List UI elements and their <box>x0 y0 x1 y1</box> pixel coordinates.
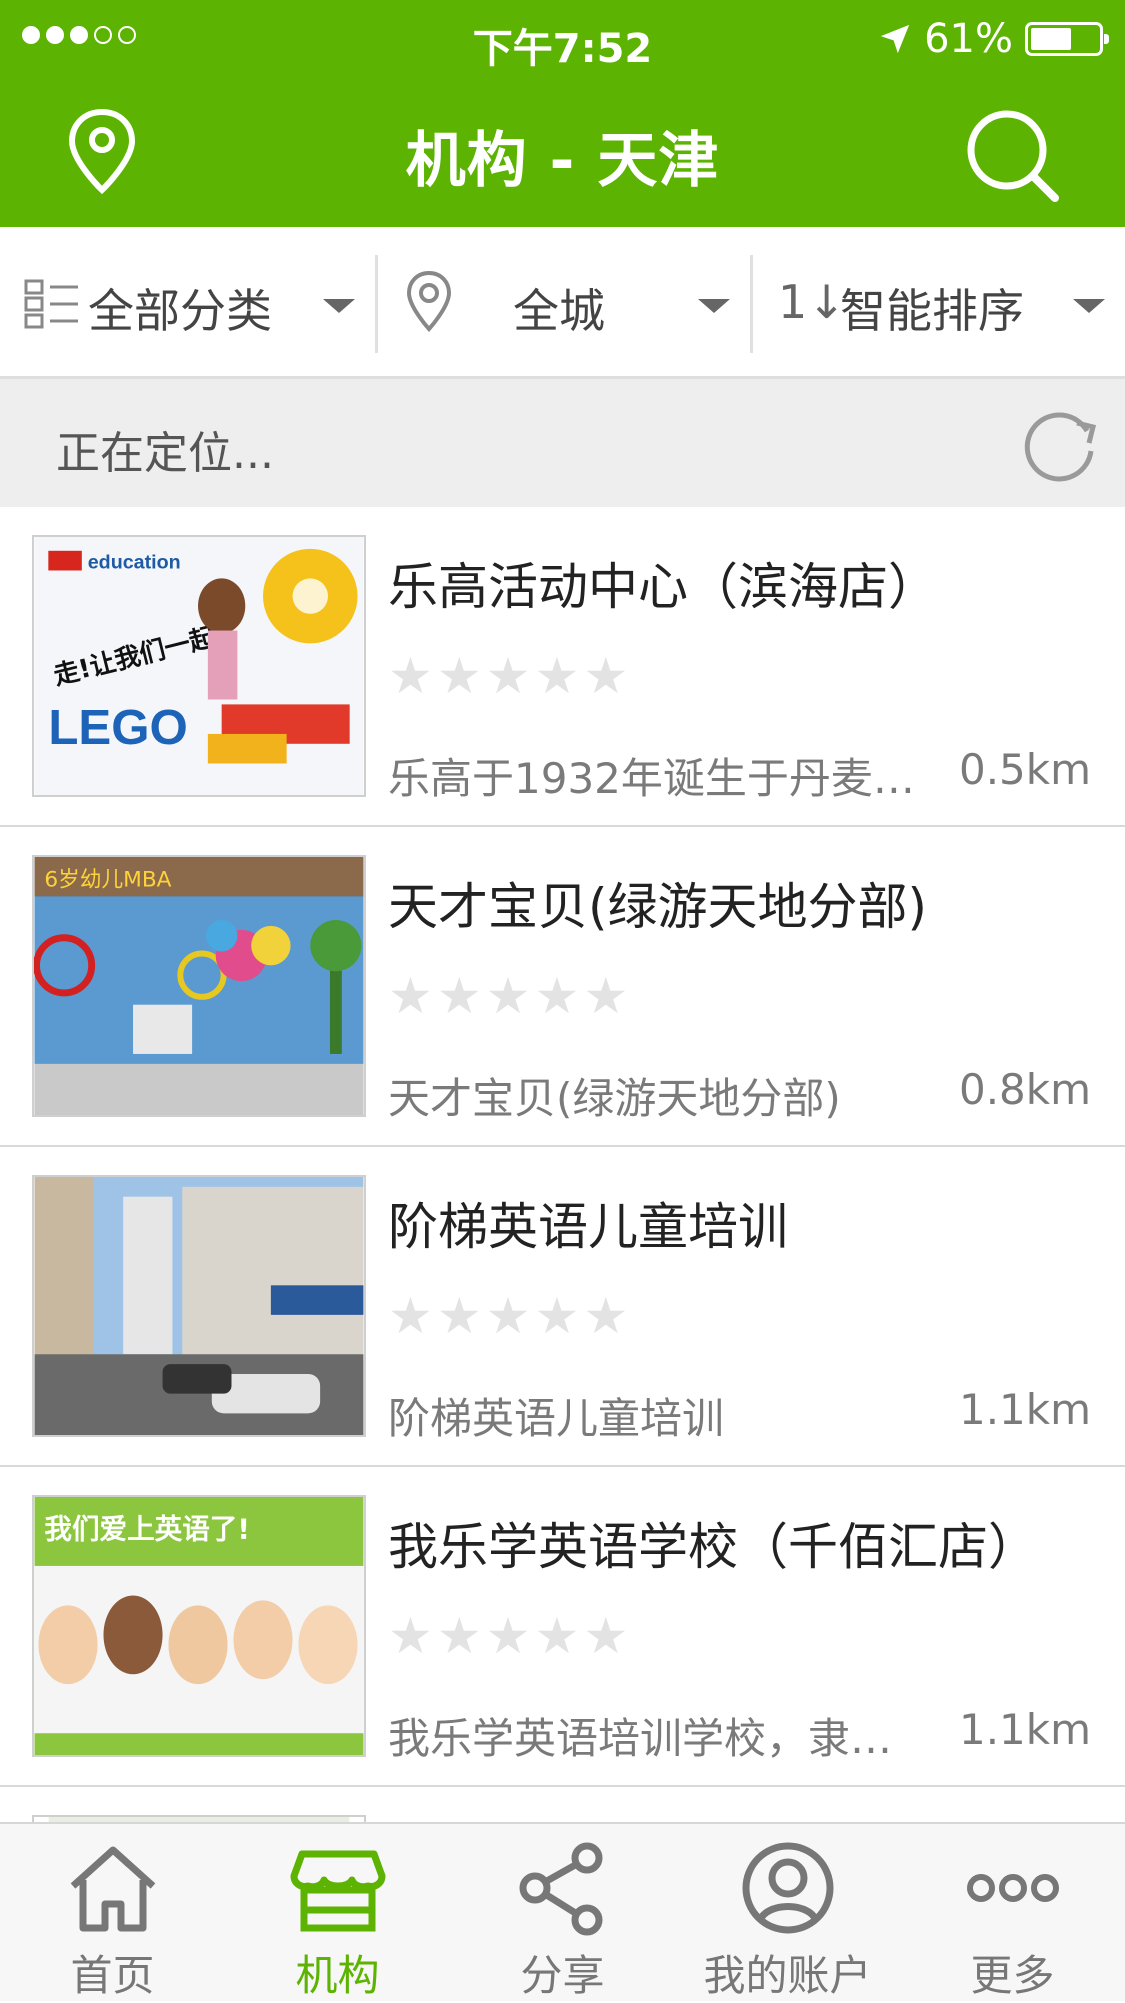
rating-stars: ★ ★ ★ ★ ★ <box>388 651 628 701</box>
star-icon: ★ <box>485 967 531 1025</box>
tab-home[interactable]: 首页 <box>0 1824 225 2001</box>
refresh-icon[interactable] <box>1017 401 1103 487</box>
star-icon: ★ <box>436 967 482 1025</box>
star-icon: ★ <box>485 1607 531 1665</box>
star-icon: ★ <box>388 647 433 705</box>
filter-category[interactable]: 全部分类 <box>0 227 375 376</box>
star-icon: ★ <box>534 967 580 1025</box>
star-icon: ★ <box>436 1607 482 1665</box>
star-icon: ★ <box>583 647 629 705</box>
sort-icon: 1↓ <box>778 275 846 329</box>
chevron-down-icon <box>698 299 730 313</box>
item-thumbnail: education 走!让我们一起 LEGO <box>32 535 366 797</box>
star-icon: ★ <box>388 1287 433 1345</box>
tab-more-label: 更多 <box>970 1951 1055 2000</box>
more-icon <box>966 1874 1059 1902</box>
star-icon: ★ <box>388 1607 433 1665</box>
chevron-down-icon <box>1073 299 1105 313</box>
filter-area[interactable]: 全城 <box>375 227 750 376</box>
star-icon: ★ <box>436 1287 482 1345</box>
status-right: 61% <box>878 16 1109 62</box>
item-description: 阶梯英语儿童培训 <box>388 1394 725 1443</box>
rating-stars: ★ ★ ★ ★ ★ <box>388 1291 628 1341</box>
locating-text: 正在定位... <box>56 428 274 479</box>
star-icon: ★ <box>534 1287 580 1345</box>
lego-brand-text: education <box>88 552 181 574</box>
tab-account-label: 我的账户 <box>703 1951 872 2000</box>
category-list-icon <box>24 279 78 329</box>
filter-area-label: 全城 <box>513 284 605 338</box>
lego-logo-text: LEGO <box>48 700 187 755</box>
star-icon: ★ <box>583 1287 629 1345</box>
item-description: 乐高于1932年诞生于丹麦… <box>388 754 915 803</box>
star-icon: ★ <box>485 647 531 705</box>
item-title: 我乐学英语学校（千佰汇店） <box>388 1518 1038 1576</box>
location-pin-icon <box>406 270 452 332</box>
item-description: 我乐学英语培训学校，隶… <box>388 1714 893 1763</box>
filter-sort[interactable]: 1↓ 智能排序 <box>750 227 1125 376</box>
star-icon: ★ <box>485 1287 531 1345</box>
institution-list: education 走!让我们一起 LEGO 乐高活动中心（滨海店） ★ ★ ★… <box>0 507 1125 1855</box>
item-thumbnail: 6岁幼儿MBA <box>32 855 366 1117</box>
share-icon <box>519 1842 602 1936</box>
item-title: 阶梯英语儿童培训 <box>388 1198 788 1256</box>
list-item[interactable]: education 走!让我们一起 LEGO 乐高活动中心（滨海店） ★ ★ ★… <box>0 507 1125 827</box>
locating-bar: 正在定位... <box>0 379 1125 507</box>
item-title: 天才宝贝(绿游天地分部) <box>388 878 928 936</box>
item-thumbnail <box>32 1175 366 1437</box>
tab-bar: 首页 机构 分享 我的账户 更多 <box>0 1822 1125 2001</box>
tab-share[interactable]: 分享 <box>450 1824 675 2001</box>
star-icon: ★ <box>583 1607 629 1665</box>
filter-sort-label: 智能排序 <box>840 284 1024 338</box>
item-distance: 1.1km <box>958 1385 1091 1434</box>
item-description: 天才宝贝(绿游天地分部) <box>388 1074 841 1123</box>
store-icon <box>290 1850 385 1932</box>
list-item[interactable] <box>0 1787 1125 1855</box>
item-distance: 0.8km <box>958 1065 1091 1114</box>
item-title: 乐高活动中心（滨海店） <box>388 558 938 616</box>
battery-icon <box>1025 22 1109 56</box>
filter-category-label: 全部分类 <box>88 284 272 338</box>
filter-bar: 全部分类 全城 1↓ 智能排序 <box>0 227 1125 379</box>
english-banner-text: 我们爱上英语了! <box>44 1512 250 1545</box>
tab-home-label: 首页 <box>70 1951 155 2000</box>
star-icon: ★ <box>388 967 433 1025</box>
kindergarten-sign-text: 6岁幼儿MBA <box>44 868 171 893</box>
tab-institutions[interactable]: 机构 <box>225 1824 450 2001</box>
status-bar: 下午7:52 61% <box>0 0 1125 76</box>
page-title: 机构 - 天津 <box>405 126 720 196</box>
home-icon <box>70 1846 155 1932</box>
chevron-down-icon <box>323 299 355 313</box>
item-distance: 1.1km <box>958 1705 1091 1754</box>
list-item[interactable]: 阶梯英语儿童培训 ★ ★ ★ ★ ★ 阶梯英语儿童培训 1.1km <box>0 1147 1125 1467</box>
search-icon[interactable] <box>963 106 1063 206</box>
star-icon: ★ <box>436 647 482 705</box>
star-icon: ★ <box>534 1607 580 1665</box>
item-distance: 0.5km <box>958 745 1091 794</box>
tab-more[interactable]: 更多 <box>900 1824 1125 2001</box>
list-item[interactable]: 6岁幼儿MBA 天才宝贝(绿游天地分部) ★ ★ ★ ★ ★ 天才宝贝(绿游天地… <box>0 827 1125 1147</box>
item-thumbnail: 我们爱上英语了! <box>32 1495 366 1757</box>
tab-account[interactable]: 我的账户 <box>675 1824 900 2001</box>
nav-bar: 机构 - 天津 <box>0 76 1125 227</box>
battery-percent: 61% <box>924 16 1013 62</box>
rating-stars: ★ ★ ★ ★ ★ <box>388 971 628 1021</box>
list-item[interactable]: 我们爱上英语了! 我乐学英语学校（千佰汇店） ★ ★ ★ ★ ★ 我乐学英语培训… <box>0 1467 1125 1787</box>
star-icon: ★ <box>583 967 629 1025</box>
tab-share-label: 分享 <box>520 1951 605 2000</box>
location-arrow-icon <box>880 24 910 54</box>
tab-institutions-label: 机构 <box>295 1951 380 2000</box>
account-icon <box>742 1842 833 1934</box>
rating-stars: ★ ★ ★ ★ ★ <box>388 1611 628 1661</box>
star-icon: ★ <box>534 647 580 705</box>
